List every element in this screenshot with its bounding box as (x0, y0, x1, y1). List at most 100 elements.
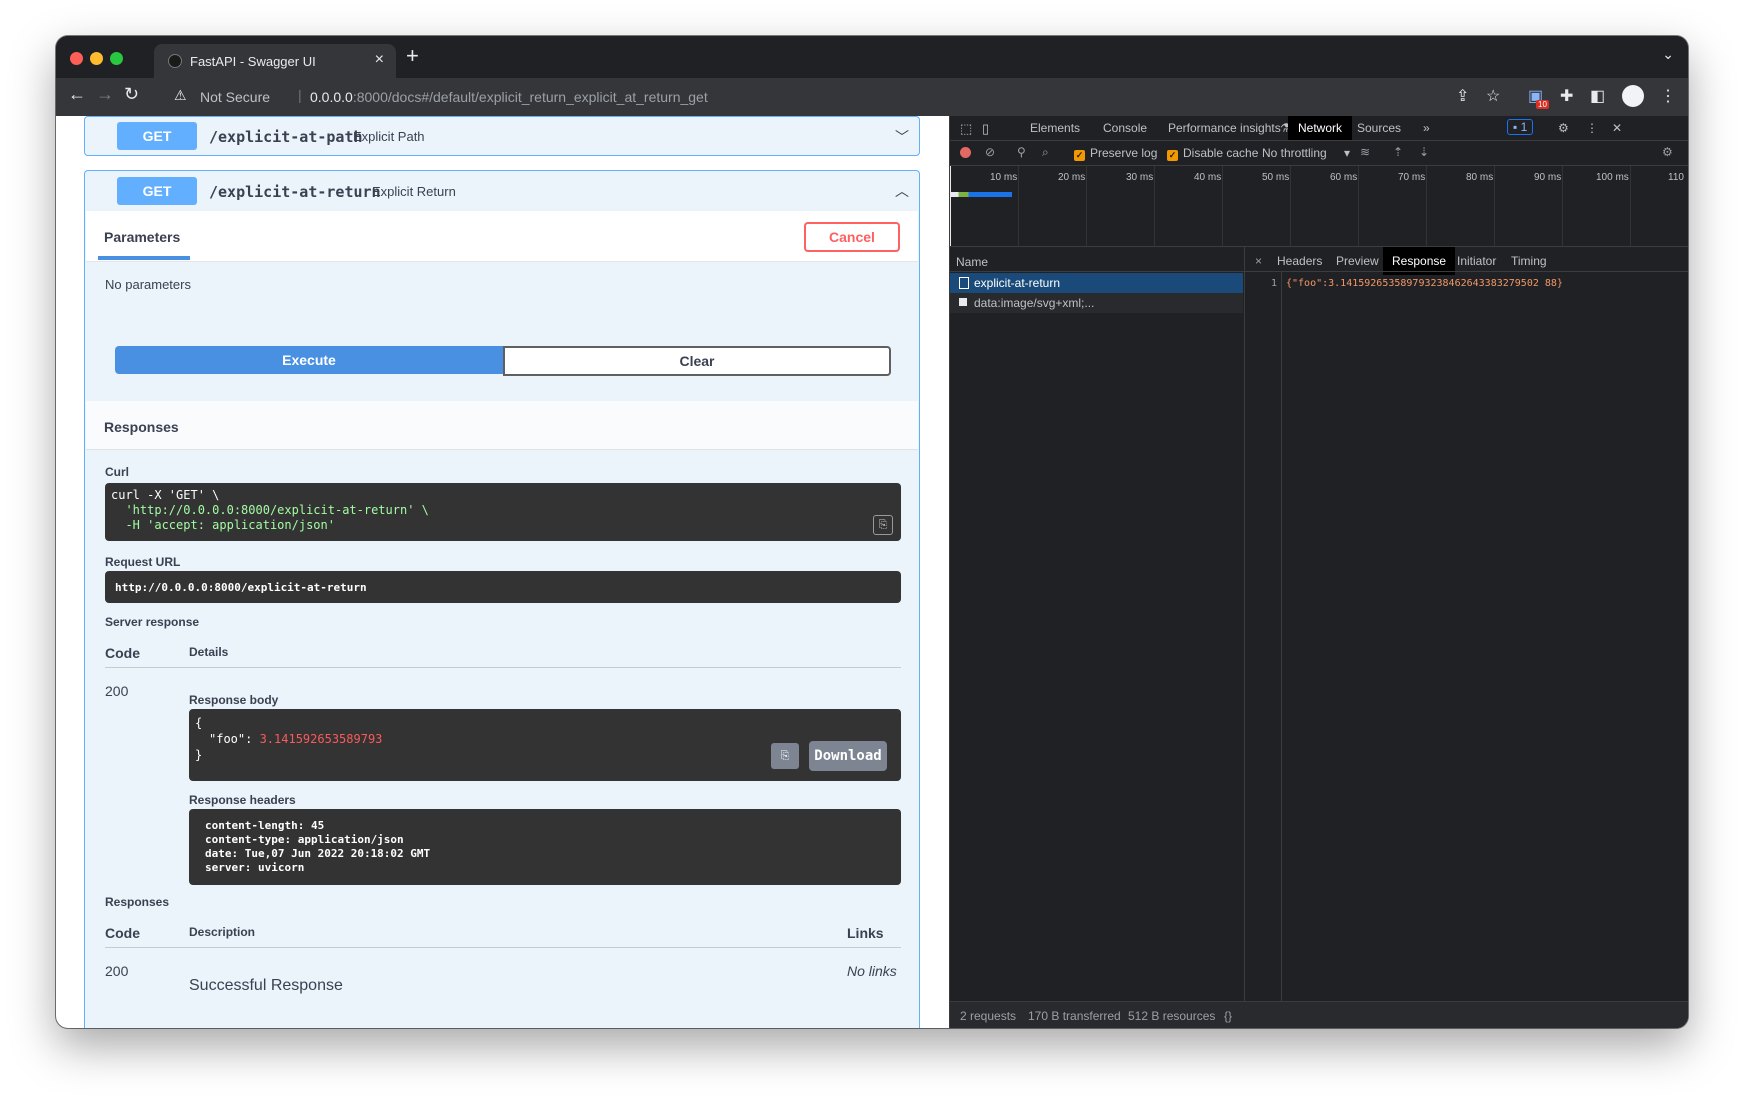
pretty-print-icon[interactable]: {} (1224, 1009, 1232, 1023)
request-row-selected[interactable]: explicit-at-return (950, 273, 1243, 293)
image-icon (959, 298, 967, 306)
reload-icon[interactable]: ↻ (124, 84, 139, 105)
forward-icon[interactable]: → (96, 84, 114, 105)
close-window-button[interactable] (70, 52, 83, 65)
clear-button[interactable]: Clear (503, 346, 891, 376)
close-tab-icon[interactable]: × (375, 51, 384, 69)
json-pair: "foo": 3.141592653589793 (195, 731, 382, 747)
network-conditions-icon[interactable]: ≋ (1360, 145, 1370, 159)
detail-tab-headers[interactable]: Headers (1277, 254, 1322, 268)
response-row-links: No links (847, 963, 897, 979)
copy-icon[interactable]: ⎘ (873, 515, 893, 535)
timeline-gridline (1494, 166, 1495, 246)
tab-network[interactable]: Network (1288, 116, 1353, 140)
filter-icon[interactable]: ⚲ (1017, 145, 1026, 159)
search-icon[interactable]: ⌕ (1042, 145, 1049, 160)
zoom-window-button[interactable] (110, 52, 123, 65)
name-column-header[interactable]: Name (956, 255, 988, 269)
chevron-up-icon[interactable]: ︿ (895, 181, 909, 201)
network-toolbar: ⊘ ⚲ ⌕ ✓ Preserve log ✓ Disable cache No th… (950, 141, 1688, 166)
share-icon[interactable]: ⇪ (1456, 86, 1469, 106)
detail-tab-timing[interactable]: Timing (1511, 254, 1547, 268)
response-row-description: Successful Response (189, 977, 343, 994)
checkbox-checked-icon: ✓ (1167, 150, 1178, 161)
request-waterfall-bar (950, 192, 1012, 197)
network-settings-icon[interactable]: ⚙ (1662, 145, 1673, 159)
puzzle-extensions-icon[interactable]: ✚ (1560, 86, 1573, 106)
timeline-tick-label: 110 (1668, 172, 1684, 183)
request-details: × Headers Preview Response Initiator Tim… (1245, 247, 1688, 1001)
curl-code-block: curl -X 'GET' \ 'http://0.0.0.0:8000/exp… (105, 483, 901, 541)
browser-tab[interactable]: FastAPI - Swagger UI × (154, 44, 396, 78)
operation-explicit-at-path[interactable]: GET /explicit-at-path Explicit Path ﹀ (84, 116, 920, 156)
curl-line: -H 'accept: application/json' (111, 518, 335, 532)
tab-elements[interactable]: Elements (1030, 121, 1080, 135)
network-overview-timeline[interactable]: 10 ms 20 ms 30 ms 40 ms 50 ms 60 ms 70 m… (950, 166, 1688, 247)
minimize-window-button[interactable] (90, 52, 103, 65)
copy-icon[interactable]: ⎘ (771, 743, 799, 769)
tab-sources[interactable]: Sources (1357, 121, 1401, 135)
responses-header: Responses (86, 401, 918, 450)
address-bar[interactable]: ⚠ Not Secure | 0.0.0.0:8000/docs#/defaul… (166, 82, 1466, 112)
issues-count: 1 (1520, 120, 1528, 134)
tab-title: FastAPI - Swagger UI (190, 54, 316, 69)
detail-tab-initiator[interactable]: Initiator (1457, 254, 1496, 268)
operation-path: /explicit-at-path (209, 128, 363, 146)
json-value: 3.141592653589793 (259, 732, 383, 746)
tab-console[interactable]: Console (1103, 121, 1147, 135)
status-transferred: 170 B transferred (1028, 1009, 1121, 1023)
timeline-gridline (1222, 166, 1223, 246)
response-text[interactable]: {"foo":3.1415926535897932384626433832795… (1286, 278, 1563, 289)
download-button[interactable]: Download (809, 741, 887, 771)
parameters-tab[interactable]: Parameters (104, 229, 180, 245)
throttling-select[interactable]: No throttling ▾ (1262, 146, 1350, 160)
code-header: Code (105, 925, 140, 941)
bookmark-star-icon[interactable]: ☆ (1486, 86, 1500, 106)
response-body: {"foo": 3.141592653589793} (195, 715, 382, 763)
response-headers: content-length: 45 content-type: applicat… (205, 819, 430, 875)
back-icon[interactable]: ← (68, 84, 86, 105)
operation-summary: Explicit Path (353, 129, 425, 144)
chevron-down-icon[interactable]: ﹀ (895, 127, 909, 147)
timeline-tick-label: 70 ms (1398, 172, 1426, 183)
dropdown-arrow-icon: ▾ (1344, 146, 1351, 160)
request-row[interactable]: data:image/svg+xml;... (950, 293, 1243, 313)
cancel-button[interactable]: Cancel (804, 222, 900, 252)
divider (1245, 271, 1688, 272)
record-icon[interactable] (960, 147, 971, 158)
request-name: explicit-at-return (974, 276, 1061, 290)
new-tab-icon[interactable]: + (406, 43, 419, 69)
response-headers-block: content-length: 45 content-type: applicat… (189, 809, 901, 885)
close-details-icon[interactable]: × (1255, 254, 1262, 268)
more-tabs-icon[interactable]: » (1423, 121, 1430, 135)
line-number: 1 (1271, 278, 1278, 289)
divider (950, 271, 1244, 272)
response-body-label: Response body (189, 693, 279, 707)
issues-badge[interactable]: ▪ 1 (1507, 119, 1534, 135)
settings-gear-icon[interactable]: ⚙ (1558, 121, 1569, 135)
preserve-log-label: Preserve log (1090, 146, 1158, 160)
preserve-log-checkbox[interactable]: ✓ Preserve log (1074, 146, 1157, 161)
detail-tab-preview[interactable]: Preview (1336, 254, 1379, 268)
tab-performance-insights[interactable]: Performance insights (1168, 121, 1281, 135)
request-name: data:image/svg+xml;... (974, 296, 1095, 310)
swagger-ui-panel: GET /explicit-at-path Explicit Path ﹀ GE… (56, 116, 949, 1028)
clear-log-icon[interactable]: ⊘ (985, 145, 995, 159)
devtools-menu-icon[interactable]: ⋮ (1586, 121, 1598, 135)
profile-avatar[interactable] (1622, 85, 1644, 107)
inspect-element-icon[interactable]: ⬚ (960, 121, 972, 137)
execute-button[interactable]: Execute (115, 346, 503, 374)
tab-search-icon[interactable]: ⌄ (1662, 46, 1674, 63)
device-toolbar-icon[interactable]: ▯ (982, 121, 989, 137)
throttling-value: No throttling (1262, 146, 1327, 160)
disable-cache-checkbox[interactable]: ✓ Disable cache (1167, 146, 1258, 161)
browser-menu-icon[interactable]: ⋮ (1660, 86, 1676, 106)
browser-window: FastAPI - Swagger UI × + ⌄ ← → ↻ ⚠ Not S… (56, 36, 1688, 1028)
timeline-tick-label: 20 ms (1058, 172, 1086, 183)
side-panel-icon[interactable]: ◧ (1590, 86, 1605, 106)
import-har-icon[interactable]: ⇡ (1393, 145, 1403, 159)
close-devtools-icon[interactable]: ✕ (1612, 121, 1622, 135)
code-header: Code (105, 645, 140, 661)
export-har-icon[interactable]: ⇣ (1419, 145, 1429, 159)
no-parameters-text: No parameters (105, 277, 191, 292)
